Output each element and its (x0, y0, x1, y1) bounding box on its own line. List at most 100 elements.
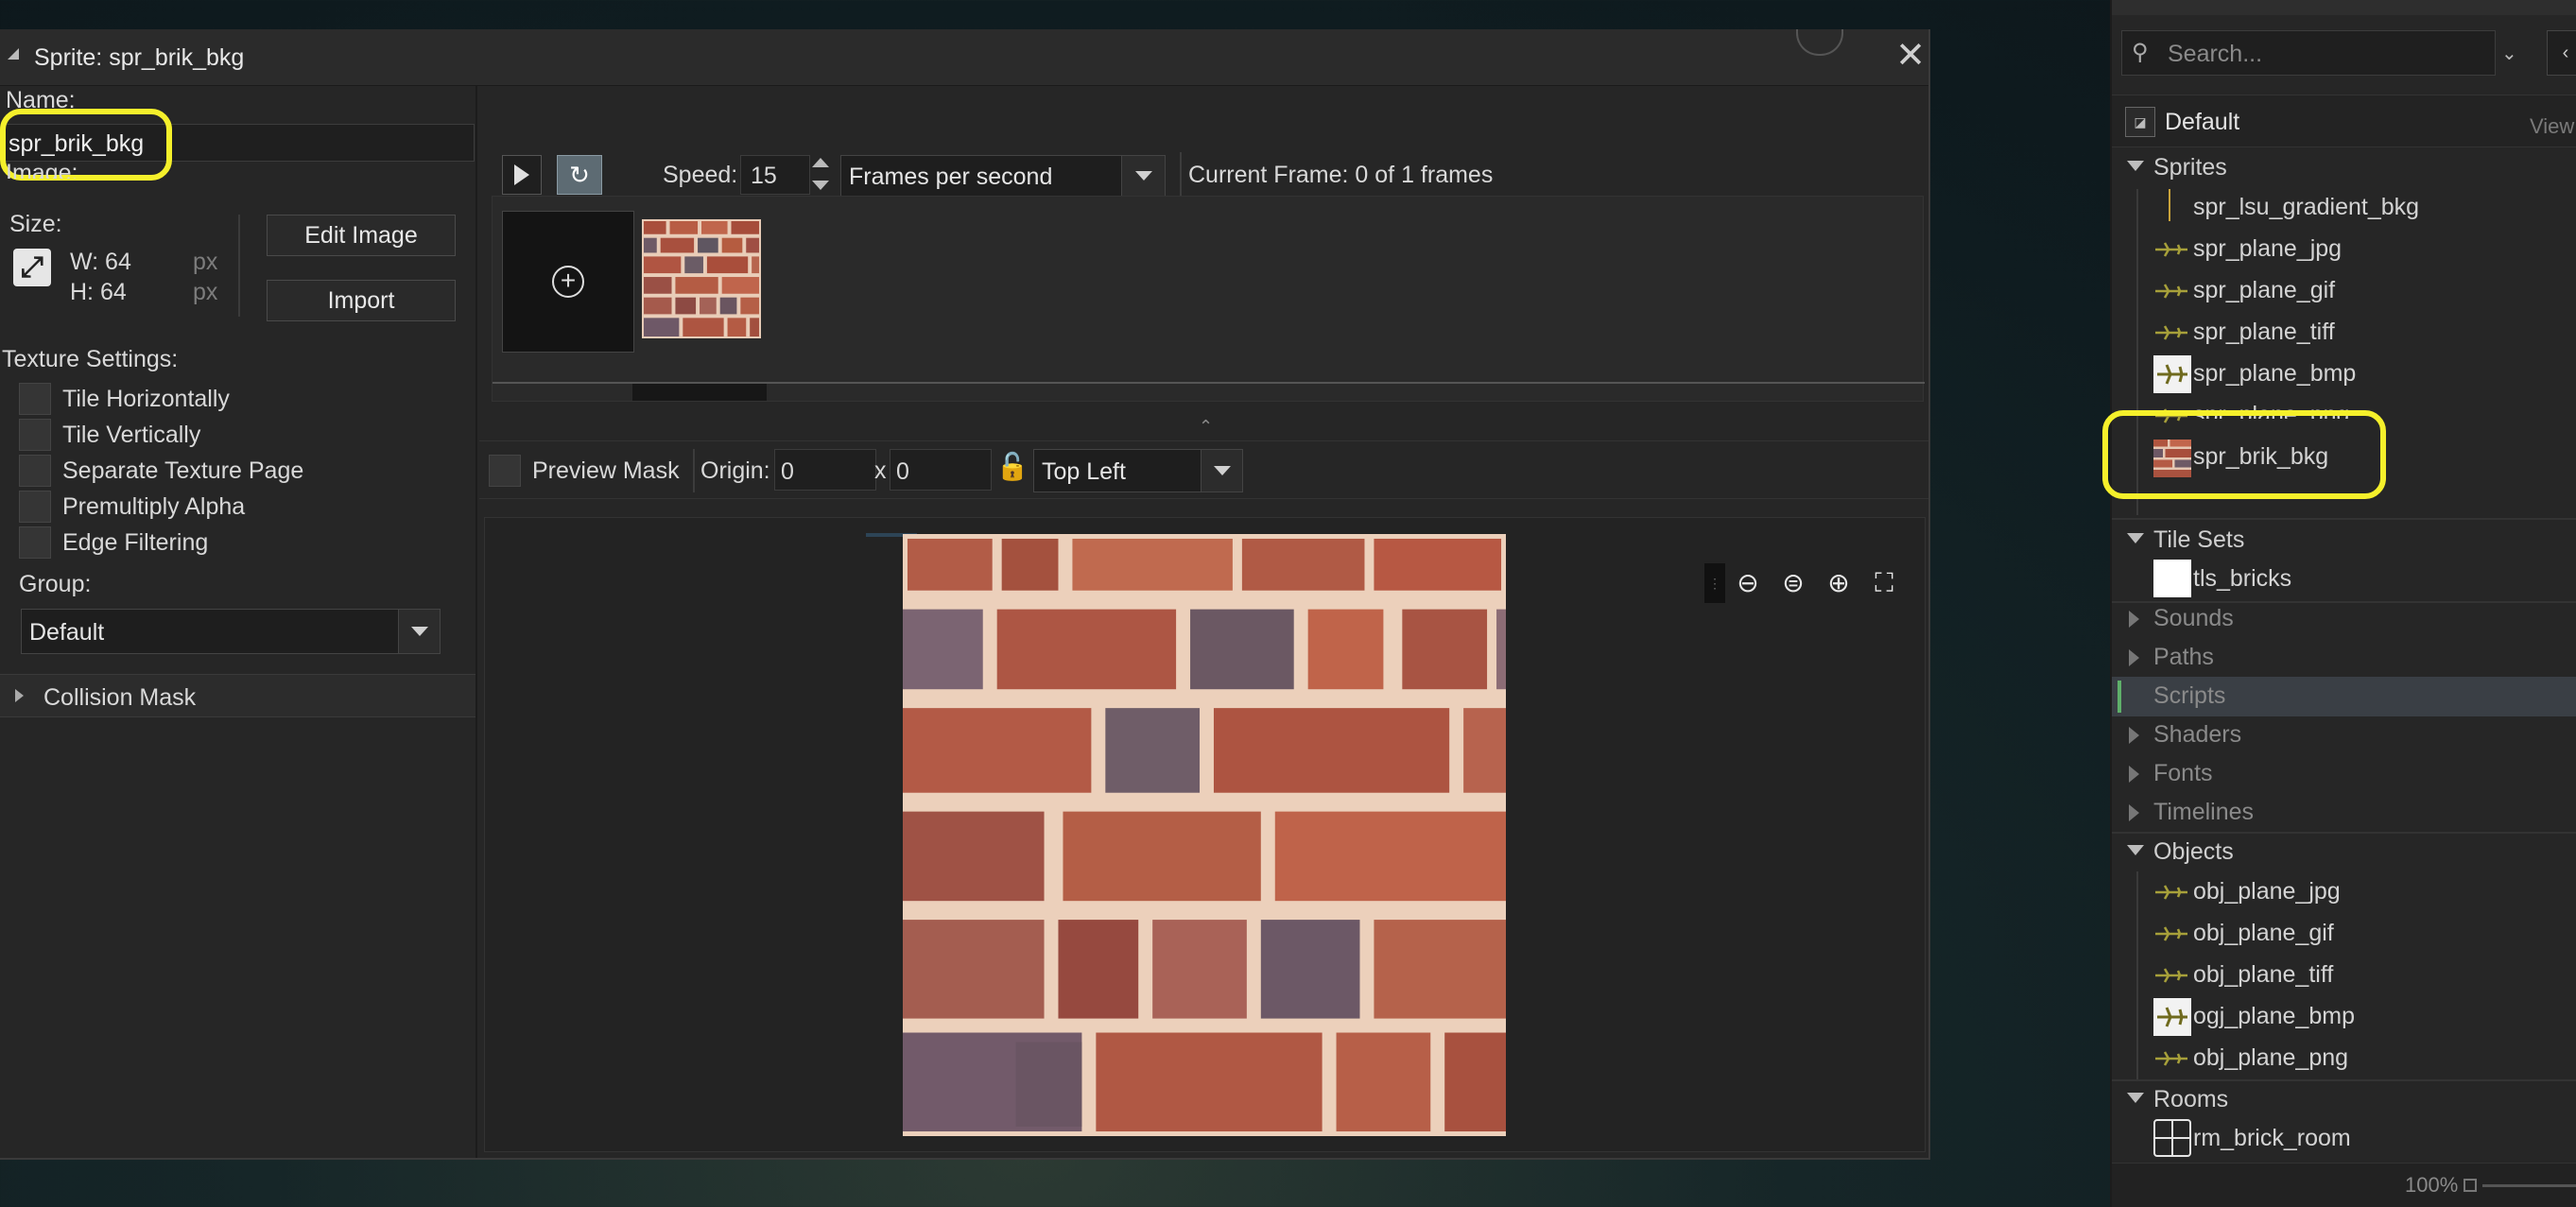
premultiply-alpha-checkbox[interactable] (19, 491, 51, 523)
search-input[interactable]: ⚲ Search... (2121, 30, 2496, 76)
tile-vertically-checkbox[interactable] (19, 419, 51, 451)
frame-thumbnail[interactable] (642, 219, 761, 338)
plane-bmp-thumbnail-icon (2153, 355, 2191, 393)
import-button[interactable]: Import (267, 280, 456, 321)
expand-arrow-icon[interactable] (15, 689, 24, 702)
origin-x-input[interactable]: 0 (774, 449, 876, 491)
fonts-header[interactable]: Fonts (2153, 760, 2213, 787)
object-item[interactable]: obj_plane_gif (2193, 920, 2334, 947)
object-item[interactable]: obj_plane_png (2193, 1044, 2348, 1072)
scripts-accent (2118, 681, 2121, 713)
window-titlebar[interactable]: Sprite: spr_brik_bkg ✕ (0, 29, 1928, 86)
paths-header[interactable]: Paths (2153, 644, 2214, 671)
playback-toolbar: ↻ Speed: 15 Frames per second Current Fr… (479, 86, 1928, 214)
speed-input[interactable]: 15 (740, 155, 810, 195)
play-button[interactable] (502, 155, 542, 195)
zoom-slider-handle[interactable] (2464, 1179, 2477, 1192)
sounds-header[interactable]: Sounds (2153, 605, 2234, 632)
add-frame-button[interactable]: + (502, 211, 634, 353)
sprites-header[interactable]: Sprites (2153, 154, 2227, 181)
sprite-item[interactable]: spr_plane_jpg (2193, 235, 2342, 263)
collision-mask-header[interactable]: Collision Mask (0, 674, 475, 717)
timelines-expand-icon[interactable] (2129, 804, 2139, 821)
separate-texture-page-checkbox[interactable] (19, 455, 51, 487)
size-label: Size: (9, 211, 62, 237)
edge-filtering-checkbox[interactable] (19, 526, 51, 559)
zoom-in-icon[interactable]: ⊕ (1816, 563, 1861, 603)
objects-header[interactable]: Objects (2153, 838, 2234, 866)
zoom-reset-icon[interactable]: ⊜ (1771, 563, 1816, 603)
chevron-down-icon[interactable] (398, 610, 440, 653)
object-item[interactable]: obj_plane_tiff (2193, 961, 2333, 989)
room-item[interactable]: rm_brick_room (2193, 1125, 2351, 1152)
view-label[interactable]: View (2530, 114, 2574, 139)
timeline-playhead[interactable] (632, 384, 767, 401)
sprite-item[interactable]: spr_lsu_gradient_bkg (2193, 194, 2419, 221)
sprite-item[interactable]: spr_plane_bmp (2193, 360, 2356, 388)
shaders-expand-icon[interactable] (2129, 727, 2139, 744)
zoom-slider-track[interactable] (2482, 1184, 2576, 1187)
group-bar[interactable]: ◪ Default View (2112, 95, 2576, 147)
object-item[interactable]: ogj_plane_bmp (2193, 1003, 2355, 1030)
preview-toolbar: Preview Mask Origin: 0 x 0 🔓 Top Left (479, 440, 1928, 499)
collision-mask-label: Collision Mask (43, 684, 197, 711)
paths-expand-icon[interactable] (2129, 649, 2139, 666)
tilesets-header[interactable]: Tile Sets (2153, 526, 2244, 554)
tilesets-expand-icon[interactable] (2127, 533, 2144, 543)
collapse-icon[interactable] (8, 48, 19, 60)
object-item[interactable]: obj_plane_jpg (2193, 878, 2341, 905)
origin-label: Origin: (700, 457, 770, 484)
zoom-grip[interactable]: ⋮ (1704, 563, 1725, 603)
tileset-item[interactable]: tls_bricks (2193, 565, 2291, 593)
origin-preset-dropdown[interactable]: Top Left (1033, 449, 1243, 492)
search-options-icon[interactable]: ⌄ (2501, 42, 2517, 65)
group-icon: ◪ (2125, 107, 2155, 137)
chevron-down-icon[interactable] (1201, 450, 1242, 491)
tile-vertically-label: Tile Vertically (62, 422, 201, 448)
shaders-header[interactable]: Shaders (2153, 721, 2241, 749)
play-icon (514, 164, 529, 185)
scripts-header: Scripts (2153, 682, 2226, 709)
speed-unit-dropdown[interactable]: Frames per second (840, 155, 1166, 197)
group-dropdown[interactable]: Default (21, 609, 441, 654)
sprites-expand-icon[interactable] (2127, 161, 2144, 171)
preview-mask-checkbox[interactable] (489, 455, 521, 487)
divider (2112, 518, 2576, 520)
room-icon (2153, 1119, 2191, 1157)
edit-image-button[interactable]: Edit Image (267, 215, 456, 256)
collapse-panel-icon[interactable]: ‹ (2547, 30, 2576, 76)
fonts-expand-icon[interactable] (2129, 766, 2139, 783)
rooms-expand-icon[interactable] (2127, 1093, 2144, 1103)
selected-sprite-highlight (2102, 410, 2386, 499)
splitter-up-icon[interactable]: ⌃ (1199, 417, 1213, 437)
zoom-out-icon[interactable]: ⊖ (1725, 563, 1771, 603)
origin-x-value: 0 (781, 458, 794, 485)
search-placeholder: Search... (2168, 41, 2263, 67)
speed-label: Speed: (663, 162, 738, 188)
scripts-row[interactable]: Scripts (2112, 677, 2576, 716)
plane-object-icon (2153, 924, 2189, 943)
speed-down-icon[interactable] (812, 181, 829, 190)
divider (693, 449, 695, 492)
resize-icon[interactable]: ⤢ (13, 249, 51, 286)
gradient-sprite-icon (2169, 189, 2170, 221)
tile-horizontally-checkbox[interactable] (19, 383, 51, 415)
timelines-header[interactable]: Timelines (2153, 799, 2254, 826)
sprite-item[interactable]: spr_plane_tiff (2193, 319, 2335, 346)
rooms-header[interactable]: Rooms (2153, 1086, 2228, 1113)
window-title: Sprite: spr_brik_bkg (34, 44, 245, 71)
drag-tab[interactable] (1796, 29, 1843, 56)
premultiply-alpha-label: Premultiply Alpha (62, 493, 246, 520)
close-icon[interactable]: ✕ (1894, 38, 1927, 74)
width-label: W: 64 (70, 249, 131, 275)
lock-icon[interactable]: 🔓 (995, 451, 1029, 489)
origin-y-input[interactable]: 0 (890, 449, 992, 491)
sprite-item[interactable]: spr_plane_gif (2193, 277, 2335, 304)
objects-expand-icon[interactable] (2127, 845, 2144, 855)
sounds-expand-icon[interactable] (2129, 611, 2139, 628)
fullscreen-icon[interactable]: ⛶ (1861, 563, 1907, 603)
loop-button[interactable]: ↻ (557, 155, 602, 195)
brick-image (903, 534, 1506, 1136)
speed-up-icon[interactable] (812, 158, 829, 167)
chevron-down-icon[interactable] (1121, 156, 1165, 196)
